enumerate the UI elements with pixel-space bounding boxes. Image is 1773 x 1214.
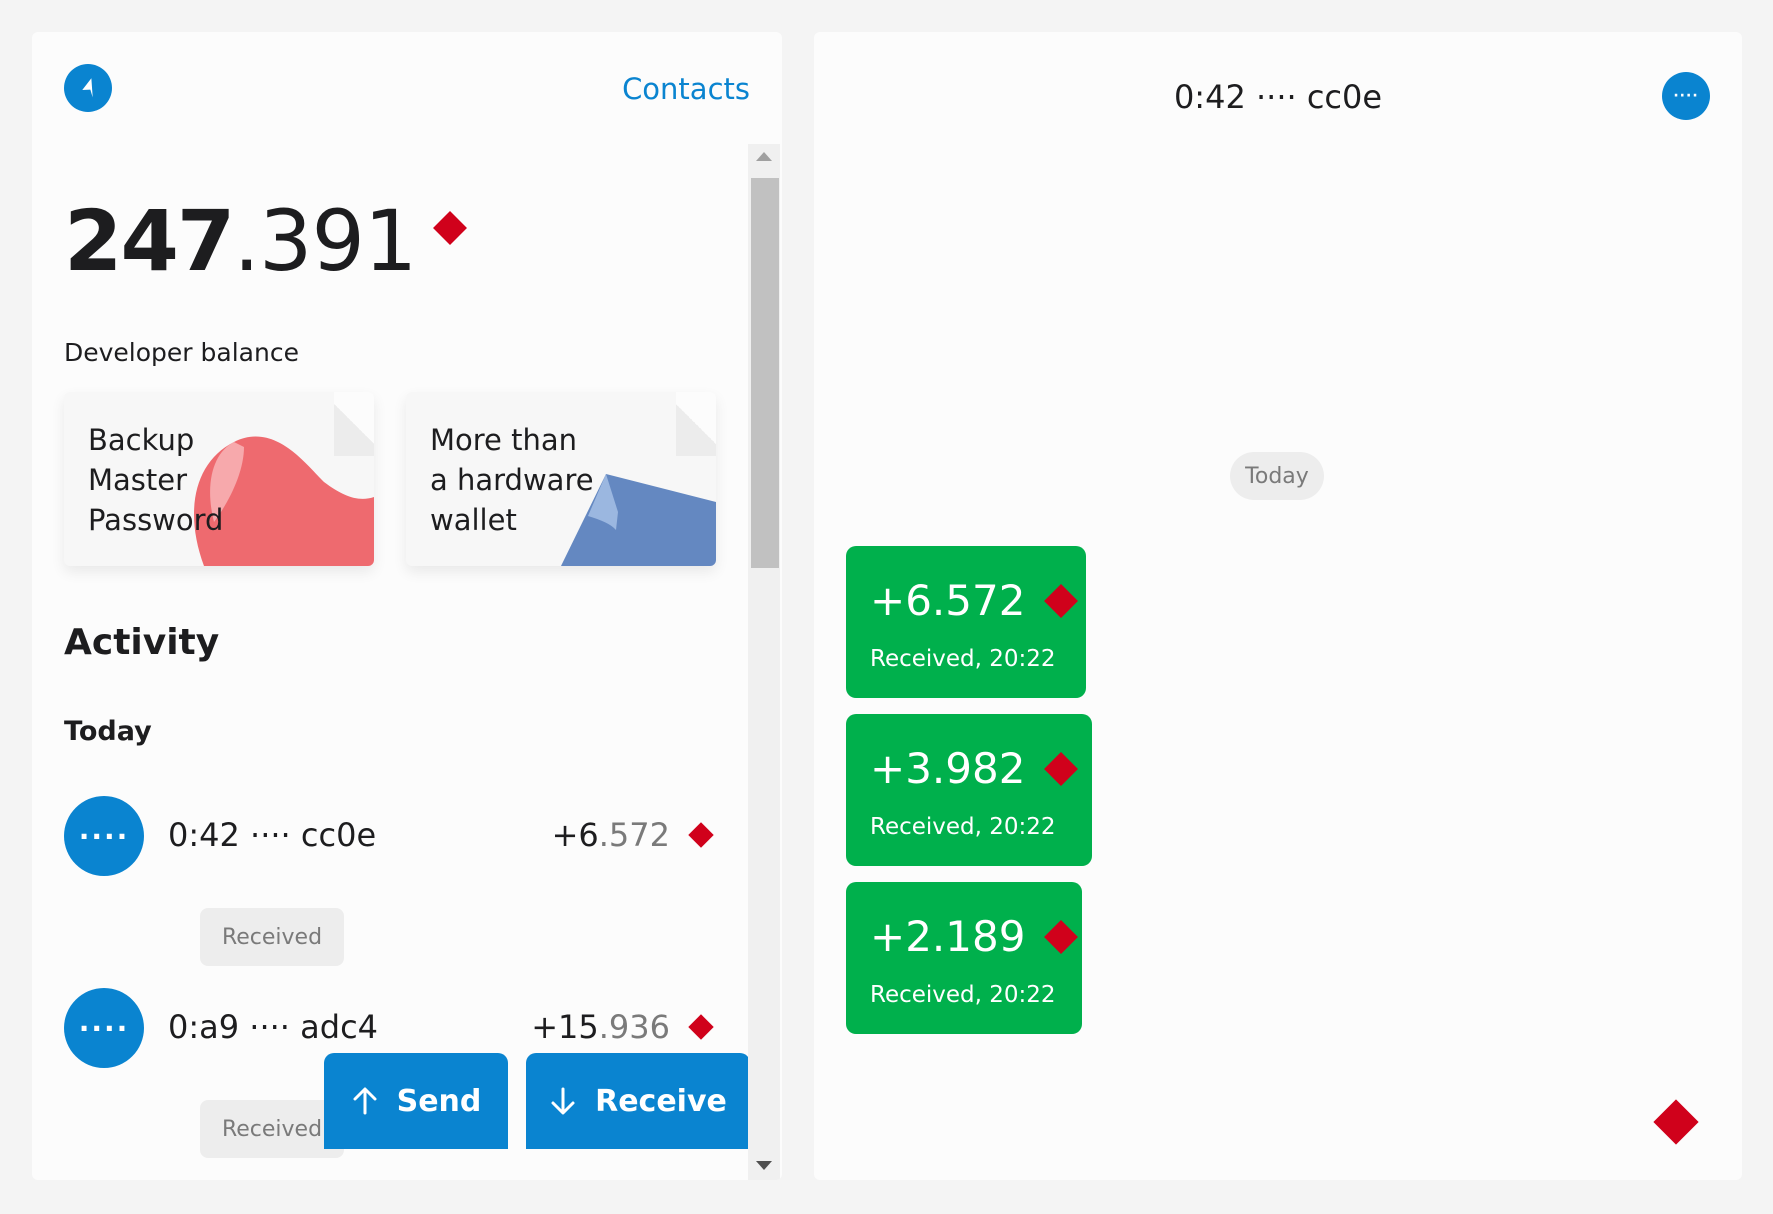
status-badge: Received xyxy=(200,1100,344,1158)
transaction-address: 0:a9 ···· adc4 xyxy=(168,1008,379,1046)
diamond-currency-icon xyxy=(688,1014,714,1040)
back-button[interactable] xyxy=(64,64,112,112)
status-badge: Received xyxy=(200,908,344,966)
received-message-bubble[interactable]: +6.572 Received, 20:22 xyxy=(846,546,1086,698)
balance-integer: 247 xyxy=(64,192,235,290)
transaction-amount: +6 .572 xyxy=(552,816,714,854)
message-amount: +6.572 xyxy=(870,576,1079,625)
back-arrow-icon xyxy=(82,78,93,98)
balance-label: Developer balance xyxy=(64,338,299,367)
chat-panel: 0:42 ···· cc0e ···· Today +6.572 Receive… xyxy=(814,32,1742,1180)
diamond-currency-icon xyxy=(1653,1099,1699,1145)
arrow-up-icon xyxy=(353,1087,377,1115)
message-amount: +3.982 xyxy=(870,744,1079,793)
chat-title: 0:42 ···· cc0e xyxy=(1173,78,1383,116)
arrow-down-icon xyxy=(551,1087,575,1115)
diamond-currency-icon xyxy=(1044,751,1079,786)
more-options-button[interactable]: ···· xyxy=(1662,72,1710,120)
avatar: ···· xyxy=(64,988,144,1068)
promo-card-hardware-wallet[interactable]: More than a hardware wallet xyxy=(406,392,716,566)
transaction-address: 0:42 ···· cc0e xyxy=(168,816,377,854)
message-subtitle: Received, 20:22 xyxy=(870,982,1056,1008)
scroll-up-arrow-icon[interactable] xyxy=(756,152,772,161)
avatar: ···· xyxy=(64,796,144,876)
diamond-currency-icon xyxy=(433,211,468,245)
day-group-label: Today xyxy=(64,716,152,747)
day-separator: Today xyxy=(1230,452,1324,500)
promo-card-backup[interactable]: Backup Master Password xyxy=(64,392,374,566)
promo-title: More than a hardware wallet xyxy=(430,423,594,537)
promo-title: Backup Master Password xyxy=(88,423,224,537)
message-subtitle: Received, 20:22 xyxy=(870,646,1056,672)
activity-heading: Activity xyxy=(64,622,220,663)
wallet-panel: Contacts 247 .391 Developer balance Back… xyxy=(32,32,782,1180)
scroll-down-arrow-icon[interactable] xyxy=(756,1161,772,1170)
received-message-bubble[interactable]: +3.982 Received, 20:22 xyxy=(846,714,1092,866)
received-message-bubble[interactable]: +2.189 Received, 20:22 xyxy=(846,882,1082,1034)
message-subtitle: Received, 20:22 xyxy=(870,814,1056,840)
contacts-link[interactable]: Contacts xyxy=(622,72,750,106)
send-label: Send xyxy=(396,1083,482,1119)
more-dots-icon: ···· xyxy=(1673,88,1699,104)
diamond-currency-icon xyxy=(688,822,714,848)
receive-button[interactable]: Receive xyxy=(526,1053,750,1149)
balance-display: 247 .391 xyxy=(64,192,468,290)
diamond-currency-icon xyxy=(1044,583,1079,618)
receive-label: Receive xyxy=(595,1083,727,1119)
message-amount: +2.189 xyxy=(870,912,1079,961)
scrollbar[interactable] xyxy=(748,144,780,1180)
transaction-amount: +15 .936 xyxy=(531,1008,714,1046)
transaction-row[interactable]: ···· 0:42 ···· cc0e +6 .572 Received xyxy=(64,796,714,966)
send-button[interactable]: Send xyxy=(324,1053,508,1149)
scrollbar-thumb[interactable] xyxy=(751,178,779,568)
diamond-currency-icon xyxy=(1044,919,1079,954)
balance-fraction: .391 xyxy=(233,192,417,290)
